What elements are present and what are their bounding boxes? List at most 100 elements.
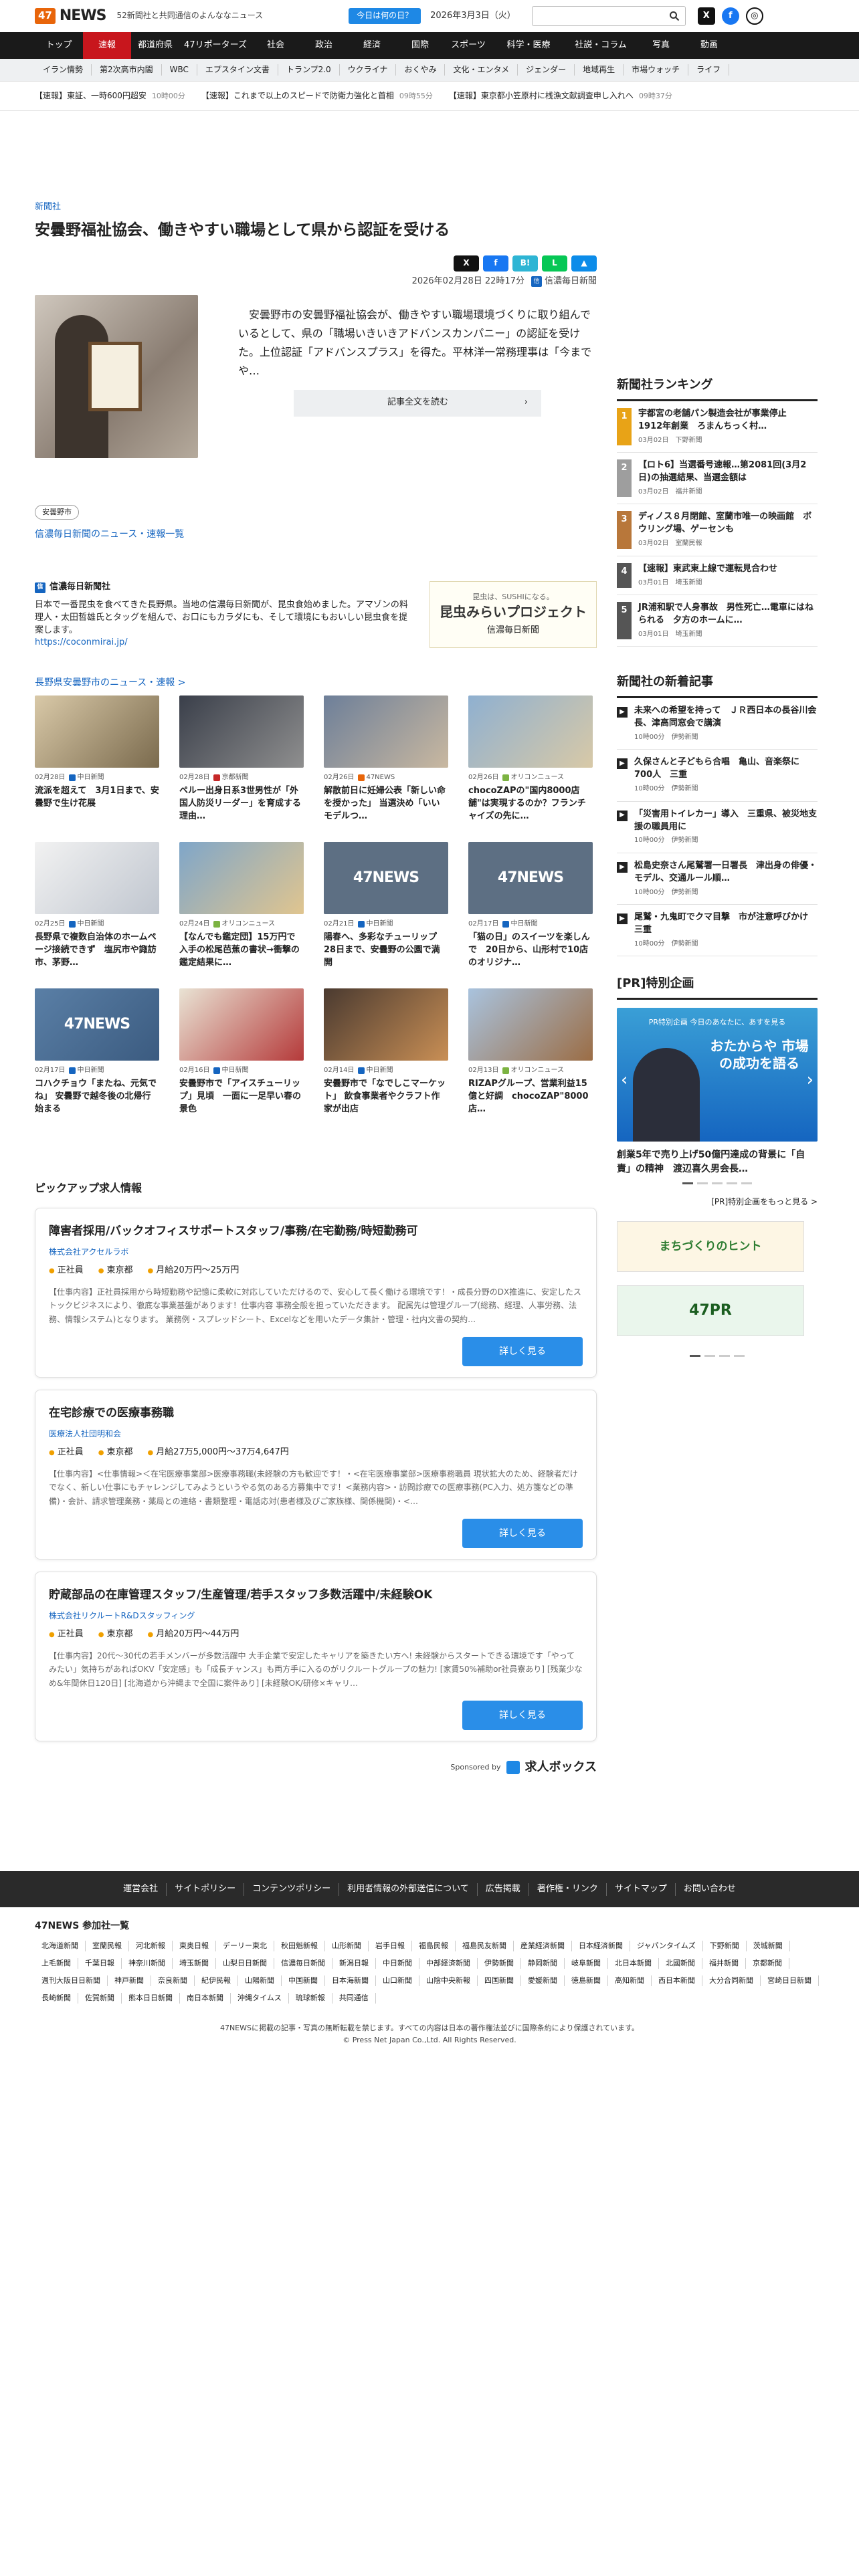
ticker-item[interactable]: 【速報】東京都小笠原村に桟漁文献調査申し入れへ 09時37分 bbox=[449, 90, 672, 102]
member-paper-link[interactable]: 佐賀新聞 bbox=[78, 1993, 122, 2004]
member-paper-link[interactable]: 北國新聞 bbox=[659, 1958, 702, 1969]
subnav-item[interactable]: 第2次高市内閣 bbox=[92, 64, 162, 76]
news-card[interactable]: 02月26日 47NEWS 解散前日に妊婦公表「新しい命を授かった」 当選決め「いい… bbox=[324, 695, 448, 823]
nav-prefectures[interactable]: 都道府県 bbox=[131, 32, 179, 59]
footer-link[interactable]: 著作権・リンク bbox=[529, 1883, 607, 1896]
banner-dot[interactable] bbox=[690, 1355, 700, 1358]
member-paper-link[interactable]: 産業経済新聞 bbox=[514, 1941, 572, 1952]
ranking-item[interactable]: 1 宇都宮の老舗パン製造会社が事業停止 1912年創業 ろまんちっく村… 03月02… bbox=[617, 401, 818, 453]
news-card[interactable]: 02月13日 オリコンニュース RIZAPグループ、営業利益15億と好調 choco… bbox=[468, 988, 593, 1116]
nav-sports[interactable]: スポーツ bbox=[444, 32, 492, 59]
member-paper-link[interactable]: 静岡新聞 bbox=[521, 1958, 565, 1969]
member-paper-link[interactable]: 北日本新聞 bbox=[608, 1958, 659, 1969]
subnav-item[interactable]: 市場ウォッチ bbox=[624, 64, 689, 76]
member-paper-link[interactable]: 福井新聞 bbox=[702, 1958, 746, 1969]
ticker-item[interactable]: 【速報】これまで以上のスピードで防衛力強化と首相 09時55分 bbox=[201, 90, 433, 102]
subnav-item[interactable]: ウクライナ bbox=[340, 64, 397, 76]
carousel-dot[interactable] bbox=[697, 1182, 708, 1184]
subnav-item[interactable]: ライフ bbox=[688, 64, 730, 76]
carousel-dot[interactable] bbox=[712, 1182, 723, 1184]
member-paper-link[interactable]: デーリー東北 bbox=[216, 1941, 274, 1952]
search-box[interactable] bbox=[531, 6, 686, 26]
member-paper-link[interactable]: 山陽新聞 bbox=[238, 1975, 282, 1987]
member-paper-link[interactable]: 南日本新聞 bbox=[180, 1993, 231, 2004]
carousel-dot[interactable] bbox=[727, 1182, 737, 1184]
member-paper-link[interactable]: 中日新聞 bbox=[376, 1958, 419, 1969]
new-article-item[interactable]: ▶ 松島史奈さん尾鷲署一日署長 津出身の俳優・モデル、交通ルール順… 10時00分 … bbox=[617, 853, 818, 905]
ticker-item[interactable]: 【速報】東証、一時600円超安 10時00分 bbox=[35, 90, 185, 102]
search-input[interactable] bbox=[537, 11, 669, 21]
member-paper-link[interactable]: 紀伊民報 bbox=[195, 1975, 238, 1987]
member-paper-link[interactable]: 徳島新聞 bbox=[565, 1975, 608, 1987]
area-tag[interactable]: 安曇野市 bbox=[35, 504, 79, 520]
member-paper-link[interactable]: 新潟日報 bbox=[332, 1958, 376, 1969]
read-more-button[interactable]: 記事全文を読む › bbox=[294, 389, 541, 417]
carousel-dot[interactable] bbox=[741, 1182, 752, 1184]
member-paper-link[interactable]: 神戸新聞 bbox=[108, 1975, 151, 1987]
member-paper-link[interactable]: 大分合同新聞 bbox=[702, 1975, 761, 1987]
member-paper-link[interactable]: 京都新聞 bbox=[746, 1958, 789, 1969]
new-article-item[interactable]: ▶ 未来への希望を持って ＪＲ西日本の長谷川会長、津高同窓会で講演 10時00分 伊… bbox=[617, 698, 818, 750]
ranking-item[interactable]: 4 【速報】東武東上線で運転見合わせ 03月01日 埼玉新聞 bbox=[617, 556, 818, 595]
member-paper-link[interactable]: 西日本新聞 bbox=[652, 1975, 702, 1987]
special-more-link[interactable]: [PR]特別企画をもっと見る > bbox=[617, 1196, 818, 1208]
article-publisher[interactable]: 信 信濃毎日新聞 bbox=[531, 276, 597, 288]
ranking-item[interactable]: 5 JR浦和駅で人身事故 男性死亡…電車にはねられる 夕方のホームに… 03月01日… bbox=[617, 595, 818, 647]
news-card[interactable]: 02月24日 オリコンニュース 【なんでも鑑定団】15万円で入手の松尾芭蕉の書状→衝… bbox=[179, 841, 304, 970]
pr-banner[interactable]: 昆虫は、SUSHIになる。 昆虫みらいプロジェクト 信濃毎日新聞 bbox=[430, 581, 597, 649]
member-paper-link[interactable]: 奈良新聞 bbox=[151, 1975, 195, 1987]
news-card[interactable]: 02月28日 中日新聞 流派を超えて 3月1日まで、安曇野で生け花展 bbox=[35, 695, 159, 823]
subnav-item[interactable]: WBC bbox=[162, 64, 197, 76]
member-paper-link[interactable]: 沖縄タイムス bbox=[231, 1993, 289, 2004]
special-caption[interactable]: 創業5年で売り上げ50億円達成の背景に「自責」の精神 渡辺喜久男会長… bbox=[617, 1148, 818, 1176]
member-paper-link[interactable]: 千葉日報 bbox=[78, 1958, 122, 1969]
member-paper-link[interactable]: 山梨日日新聞 bbox=[216, 1958, 274, 1969]
ranking-item[interactable]: 2 【ロト6】当選番号速報…第2081回(3月2日)の抽選結果、当選金額は 03月0… bbox=[617, 453, 818, 505]
footer-link[interactable]: サイトマップ bbox=[607, 1883, 676, 1896]
member-paper-link[interactable]: 信濃毎日新聞 bbox=[274, 1958, 332, 1969]
share-bluesky-icon[interactable]: ▲ bbox=[571, 255, 597, 272]
member-paper-link[interactable]: 日本海新聞 bbox=[325, 1975, 376, 1987]
subnav-item[interactable]: イラン情勢 bbox=[35, 64, 92, 76]
share-facebook-icon[interactable]: f bbox=[483, 255, 508, 272]
subnav-item[interactable]: エプスタイン文書 bbox=[197, 64, 278, 76]
publisher-news-link[interactable]: 信濃毎日新聞のニュース・速報一覧 bbox=[35, 528, 597, 541]
member-paper-link[interactable]: 神奈川新聞 bbox=[122, 1958, 173, 1969]
subnav-item[interactable]: 地域再生 bbox=[575, 64, 624, 76]
member-paper-link[interactable]: 福島民友新聞 bbox=[456, 1941, 514, 1952]
x-icon[interactable]: X bbox=[697, 7, 715, 25]
member-paper-link[interactable]: 山陰中央新報 bbox=[419, 1975, 478, 1987]
news-card[interactable]: 47NEWS 02月17日 中日新聞 コハクチョウ「またね、元気でね」 安曇野で越冬後… bbox=[35, 988, 159, 1116]
footer-link[interactable]: 広告掲載 bbox=[478, 1883, 529, 1896]
share-x-icon[interactable]: X bbox=[454, 255, 479, 272]
globe-icon[interactable]: ◎ bbox=[745, 7, 763, 25]
banner-dot[interactable] bbox=[719, 1355, 730, 1358]
footer-link[interactable]: お問い合わせ bbox=[676, 1883, 744, 1896]
ranking-item[interactable]: 3 ディノス８月閉館、室蘭市唯一の映画館 ボウリング場、ゲーセンも 03月02日 室… bbox=[617, 504, 818, 556]
subnav-item[interactable]: トランプ2.0 bbox=[278, 64, 340, 76]
banner-dot[interactable] bbox=[734, 1355, 745, 1358]
job-detail-button[interactable]: 詳しく見る bbox=[462, 1701, 583, 1731]
nav-top[interactable]: トップ bbox=[35, 32, 83, 59]
footer-link[interactable]: 利用者情報の外部送信について bbox=[339, 1883, 478, 1896]
sponsor-name[interactable]: 求人ボックス bbox=[525, 1759, 597, 1776]
member-paper-link[interactable]: 東奥日報 bbox=[173, 1941, 216, 1952]
member-paper-link[interactable]: 下野新聞 bbox=[703, 1941, 747, 1952]
news-card[interactable]: 02月26日 オリコンニュース chocoZAPの"国内8000店舗"は実現するのか… bbox=[468, 695, 593, 823]
site-logo[interactable]: 47 NEWS bbox=[35, 5, 106, 27]
nav-international[interactable]: 国際 bbox=[396, 32, 444, 59]
member-paper-link[interactable]: 四国新聞 bbox=[478, 1975, 521, 1987]
nav-reporters[interactable]: 47リポーターズ bbox=[179, 32, 252, 59]
nav-science[interactable]: 科学・医療 bbox=[492, 32, 565, 59]
member-paper-link[interactable]: 共同通信 bbox=[332, 1993, 376, 2004]
news-card[interactable]: 02月25日 中日新聞 長野県で複数自治体のホームページ接続できず 塩尻市や諏訪市、… bbox=[35, 841, 159, 970]
member-paper-link[interactable]: 宮崎日日新聞 bbox=[761, 1975, 819, 1987]
news-card[interactable]: 02月14日 中日新聞 安曇野市で「なでしこマーケット」 飲食事業者やクラフト作家が… bbox=[324, 988, 448, 1116]
member-paper-link[interactable]: 熊本日日新聞 bbox=[122, 1993, 180, 2004]
footer-link[interactable]: サイトポリシー bbox=[167, 1883, 245, 1896]
new-article-item[interactable]: ▶ 「災害用トイレカー」導入 三重県、被災地支援の職員用に 10時00分 伊勢新聞 bbox=[617, 802, 818, 853]
nav-photo[interactable]: 写真 bbox=[637, 32, 685, 59]
member-paper-link[interactable]: 岐阜新聞 bbox=[565, 1958, 608, 1969]
subnav-item[interactable]: おくやみ bbox=[396, 64, 446, 76]
member-paper-link[interactable]: 秋田魁新報 bbox=[274, 1941, 325, 1952]
